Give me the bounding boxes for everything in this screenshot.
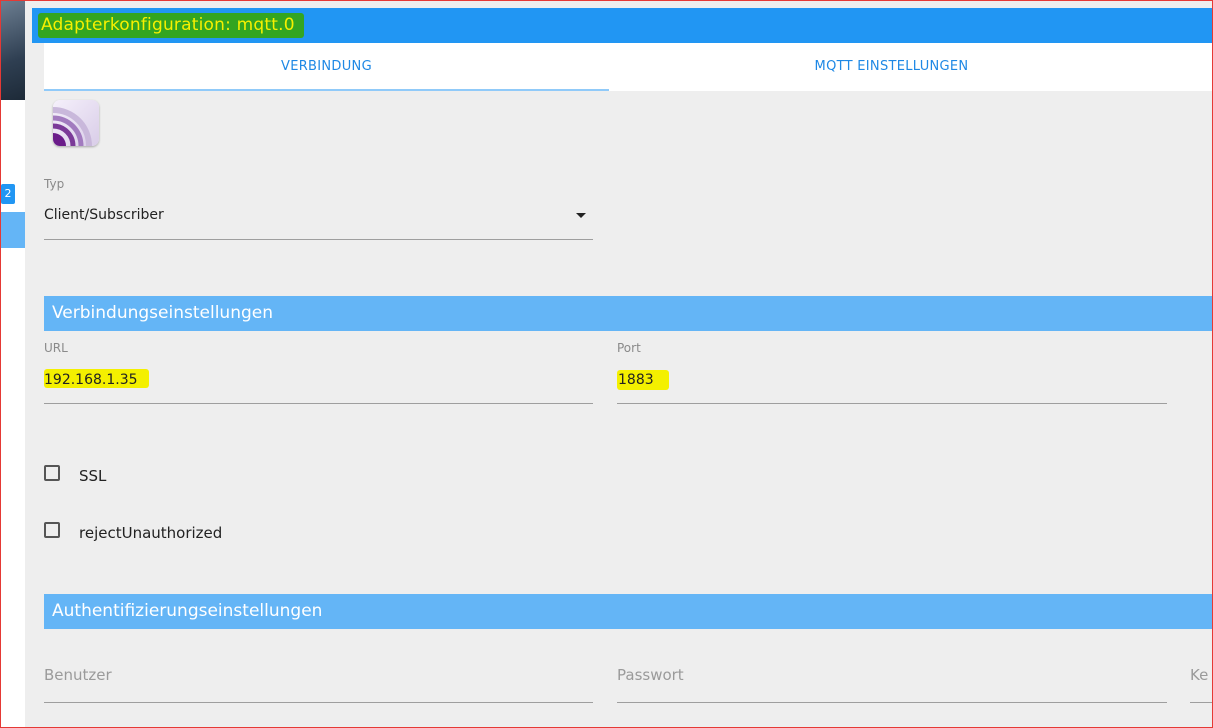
ssl-label: SSL — [79, 467, 107, 485]
auth-section-title: Authentifizierungseinstellungen — [52, 601, 323, 621]
sidebar-selected-item[interactable] — [0, 212, 25, 248]
url-input[interactable]: 192.168.1.35 — [44, 372, 138, 388]
ssl-checkbox[interactable] — [44, 465, 60, 481]
reject-unauthorized-label: rejectUnauthorized — [79, 524, 223, 542]
type-select-underline — [44, 239, 593, 240]
dialog-title: Adapterkonfiguration: mqtt.0 — [41, 15, 295, 35]
left-sidebar: 2 — [0, 0, 25, 728]
dialog-title-bar: Adapterkonfiguration: mqtt.0 — [32, 8, 1213, 43]
auth-section-header: Authentifizierungseinstellungen — [44, 594, 1213, 629]
url-underline — [44, 403, 593, 404]
sidebar-image — [0, 0, 25, 100]
type-label: Typ — [44, 177, 65, 191]
port-input[interactable]: 1883 — [618, 372, 654, 388]
connection-section-title: Verbindungseinstellungen — [52, 303, 273, 323]
mqtt-logo-icon — [53, 100, 99, 146]
chevron-down-icon[interactable] — [576, 213, 586, 218]
user-input[interactable]: Benutzer — [44, 666, 112, 684]
connection-section-header: Verbindungseinstellungen — [44, 296, 1213, 331]
sidebar-count-badge: 2 — [1, 184, 15, 204]
url-label: URL — [44, 341, 68, 355]
user-underline — [44, 702, 593, 703]
password-input[interactable]: Passwort — [617, 666, 684, 684]
port-label: Port — [617, 341, 641, 355]
password-underline — [617, 702, 1167, 703]
tab-verbindung[interactable]: VERBINDUNG — [44, 43, 609, 91]
reject-unauthorized-checkbox[interactable] — [44, 522, 60, 538]
tab-mqtt-einstellungen[interactable]: MQTT EINSTELLUNGEN — [609, 43, 1174, 91]
third-input[interactable]: Ke — [1190, 666, 1208, 684]
port-underline — [617, 403, 1167, 404]
tab-bar: VERBINDUNG MQTT EINSTELLUNGEN — [44, 43, 1213, 91]
type-select[interactable]: Client/Subscriber — [44, 207, 164, 223]
third-underline — [1190, 702, 1212, 703]
